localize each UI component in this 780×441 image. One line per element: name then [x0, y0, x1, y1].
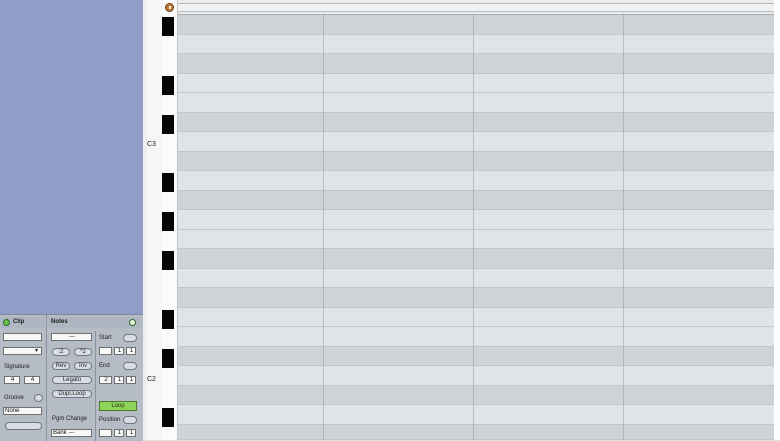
piano-keyboard[interactable]: C3 C2 [147, 0, 178, 440]
note-row[interactable] [178, 405, 774, 425]
start-label: Start [99, 335, 112, 341]
position-bar-field[interactable] [99, 429, 112, 437]
note-row[interactable] [178, 327, 774, 347]
black-key[interactable] [162, 251, 174, 270]
note-row[interactable] [178, 112, 774, 132]
signature-numerator[interactable]: 4 [4, 376, 20, 384]
legato-button[interactable]: Legato [52, 376, 92, 384]
groove-label: Groove [4, 395, 24, 401]
clip-activator-led[interactable] [3, 319, 10, 326]
note-row[interactable] [178, 385, 774, 405]
halve-button[interactable]: :2 [52, 348, 70, 356]
loop-brace[interactable] [178, 3, 774, 12]
note-label-c2: C2 [147, 376, 156, 383]
note-row[interactable] [178, 171, 774, 191]
black-key[interactable] [162, 76, 174, 95]
note-row[interactable] [178, 73, 774, 93]
black-key[interactable] [162, 349, 174, 368]
pgm-change-label: Pgm Change [52, 416, 88, 422]
bank-field[interactable]: Bank --- [51, 429, 92, 437]
note-row[interactable] [178, 307, 774, 327]
loop-toggle-button[interactable]: Loop [99, 401, 137, 411]
note-row[interactable] [178, 132, 774, 152]
note-row[interactable] [178, 34, 774, 54]
right-edge [774, 0, 780, 440]
note-row[interactable] [178, 229, 774, 249]
note-row[interactable] [178, 54, 774, 74]
notes-title: Notes [51, 319, 68, 325]
invert-button[interactable]: Inv [74, 362, 92, 370]
set-end-button[interactable] [123, 362, 137, 370]
note-row[interactable] [178, 210, 774, 230]
start-bar-field[interactable] [99, 347, 112, 355]
note-row[interactable] [178, 366, 774, 386]
signature-denominator[interactable]: 4 [24, 376, 40, 384]
groove-hot-swap-icon[interactable] [34, 394, 43, 402]
note-row[interactable] [178, 151, 774, 171]
position-label: Position [99, 417, 121, 423]
end-beat-field[interactable]: 1 [114, 376, 124, 384]
section-divider [46, 315, 47, 441]
clip-name-field[interactable] [3, 333, 42, 341]
black-key[interactable] [162, 173, 174, 192]
bar-line [323, 14, 324, 440]
clip-view: Clip ▾ Signature 4 4 Groove None Notes -… [0, 314, 143, 441]
clip-range-display[interactable]: --- [51, 333, 92, 341]
start-beat-field[interactable]: 1 [114, 347, 124, 355]
note-row[interactable] [178, 424, 774, 440]
reverse-button[interactable]: Rev [52, 362, 70, 370]
clip-title: Clip [13, 319, 25, 325]
bar-line [473, 14, 474, 440]
note-label-c3: C3 [147, 141, 156, 148]
note-row[interactable] [178, 93, 774, 113]
black-key[interactable] [162, 408, 174, 427]
position-sixteenth-field[interactable]: 1 [126, 429, 136, 437]
end-sixteenth-field[interactable]: 1 [126, 376, 136, 384]
commit-groove-button[interactable] [5, 422, 42, 430]
note-row[interactable] [178, 190, 774, 210]
note-row[interactable] [178, 249, 774, 269]
note-row[interactable] [178, 288, 774, 308]
set-position-button[interactable] [123, 416, 137, 424]
groove-selector[interactable]: None [3, 407, 42, 415]
black-key[interactable] [162, 115, 174, 134]
end-bar-field[interactable]: 2 [99, 376, 112, 384]
bar-line [623, 14, 624, 440]
note-row[interactable] [178, 268, 774, 288]
note-row[interactable] [178, 15, 774, 35]
loop-brace-bar[interactable] [178, 0, 774, 15]
section-divider [95, 331, 96, 441]
end-label: End [99, 363, 110, 369]
note-row[interactable] [178, 346, 774, 366]
note-editor-grid[interactable] [178, 0, 774, 440]
double-button[interactable]: *2 [74, 348, 92, 356]
fold-button[interactable] [165, 3, 174, 12]
notes-expand-icon[interactable] [129, 319, 136, 326]
position-beat-field[interactable]: 1 [114, 429, 124, 437]
chevron-down-icon[interactable]: ▾ [35, 347, 38, 354]
set-start-button[interactable] [123, 334, 137, 342]
signature-label: Signature [4, 364, 30, 370]
black-key[interactable] [162, 212, 174, 231]
duplicate-loop-button[interactable]: Dupl.Loop [52, 390, 92, 398]
start-sixteenth-field[interactable]: 1 [126, 347, 136, 355]
black-key[interactable] [162, 17, 174, 36]
black-key[interactable] [162, 310, 174, 329]
